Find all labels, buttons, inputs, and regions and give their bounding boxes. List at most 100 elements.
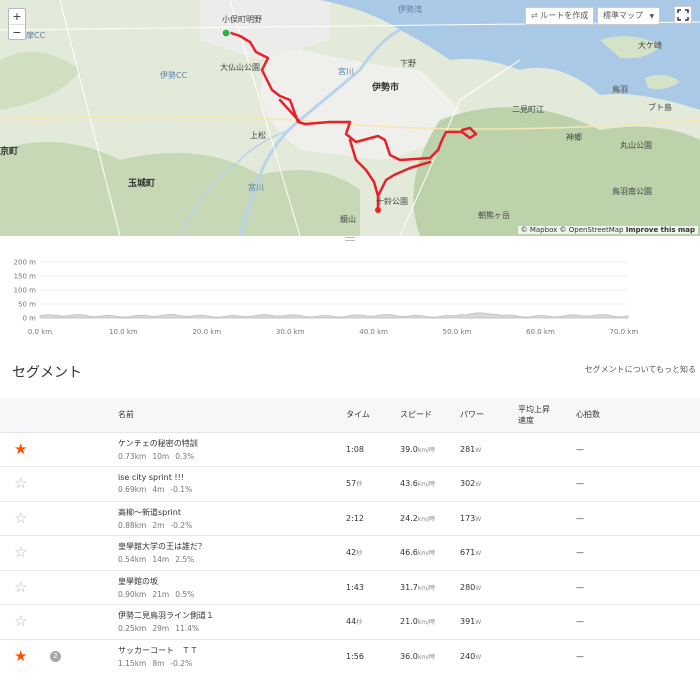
segment-row[interactable]: ☆ ise city sprint !!! 0.69km 4m -0.1% 57秒 43.6… <box>0 466 700 502</box>
name-cell: サッカーコート ＴＴ 1.15km 8m -0.2% <box>118 639 346 674</box>
segment-hr: — <box>576 652 584 661</box>
medal-cell: 2 <box>34 639 118 674</box>
segment-power: 280 <box>460 582 476 592</box>
elevation-x-tick: 30.0 km <box>276 328 305 336</box>
segment-name-link[interactable]: サッカーコート ＴＴ <box>118 645 346 656</box>
elevation-x-ticks: 0.0 km 10.0 km 20.0 km 30.0 km 40.0 km 50.0 k… <box>28 328 638 336</box>
segment-speed: 39.0 <box>400 444 418 454</box>
segment-power: 173 <box>460 513 476 523</box>
fullscreen-button[interactable] <box>674 6 692 24</box>
segment-speed-unit: km/時 <box>417 619 436 627</box>
segment-speed-unit: km/時 <box>417 446 436 454</box>
create-route-button[interactable]: ⇄ ルートを作成 <box>525 7 595 25</box>
segment-elevation: 14m <box>152 555 170 565</box>
medal-cell <box>34 432 118 467</box>
segment-time: 2:12 <box>346 513 364 523</box>
map-style-select[interactable]: 標準マップ ▼ <box>597 7 661 25</box>
elevation-x-tick: 20.0 km <box>192 328 221 336</box>
header-time[interactable]: タイム <box>346 398 400 432</box>
segment-distance: 1.15km <box>118 659 147 668</box>
segment-grade: -0.2% <box>170 659 193 668</box>
header-hr[interactable]: 心拍数 <box>576 398 700 432</box>
header-speed[interactable]: スピード <box>400 398 460 432</box>
header-vam[interactable]: 平均上昇 速度 <box>518 398 576 432</box>
segment-hr: — <box>576 513 584 523</box>
route-map[interactable]: 伊勢湾 伊勢市 玉城町 志摩CC 伊勢CC 大仏山公園 小俣町明野 宮川 宮川 … <box>0 0 700 236</box>
zoom-out-button[interactable]: − <box>9 24 25 39</box>
segment-meta: 0.73km 10m 0.3% <box>118 452 346 461</box>
segment-name-link[interactable]: 伊勢二見鳥羽ライン側道１ <box>118 610 346 621</box>
segment-hr: — <box>576 479 584 489</box>
star-filled-icon[interactable]: ★ <box>14 647 27 665</box>
elevation-x-tick: 50.0 km <box>443 328 472 336</box>
header-power[interactable]: パワー <box>460 398 518 432</box>
segment-row[interactable]: ☆ 皇學館大学の王は誰だ？ 0.54km 14m 2.5% 42秒 46.6km/時 671W… <box>0 535 700 571</box>
segment-name-link[interactable]: 皇學館の坂 <box>118 576 346 587</box>
elevation-profile-area <box>39 312 629 319</box>
zoom-in-button[interactable]: + <box>9 9 25 24</box>
segment-time-unit: 秒 <box>356 550 363 558</box>
map-label-shimonoen: 下野 <box>400 59 416 68</box>
segment-distance: 0.88km <box>118 520 147 530</box>
segment-speed: 46.6 <box>400 548 418 558</box>
medal-cell <box>34 605 118 640</box>
power-cell: 671W <box>460 536 518 571</box>
resize-handle[interactable] <box>345 237 355 241</box>
star-cell: ☆ <box>0 570 34 605</box>
star-filled-icon[interactable]: ★ <box>14 440 27 458</box>
elevation-y-tick: 0 m <box>23 315 37 323</box>
star-outline-icon[interactable]: ☆ <box>14 612 27 630</box>
segment-name-link[interactable]: 高柳～新道sprint <box>118 507 346 518</box>
segment-elevation: 21m <box>152 589 170 599</box>
star-outline-icon[interactable]: ☆ <box>14 474 27 492</box>
segment-speed-unit: km/時 <box>417 481 436 489</box>
attribution-osm-link[interactable]: © OpenStreetMap <box>560 226 624 234</box>
segment-time: 1:08 <box>346 444 364 454</box>
segment-grade: 0.5% <box>175 589 195 599</box>
segment-time-unit: 秒 <box>356 481 363 489</box>
elevation-chart[interactable]: 200 m 150 m 100 m 50 m 0 m 0.0 km 10.0 km 20.0… <box>0 248 700 342</box>
segment-time: 1:43 <box>346 582 364 592</box>
segment-row[interactable]: ★ 2 サッカーコート ＴＴ 1.15km 8m -0.2% 1:56 36.0km/時 240… <box>0 639 700 674</box>
star-cell: ☆ <box>0 467 34 502</box>
map-style-label: 標準マップ <box>603 11 643 20</box>
segment-row[interactable]: ★ ケンチェの秘密の特訓 0.73km 10m 0.3% 1:08 39.0km/時 281W… <box>0 432 700 467</box>
segment-row[interactable]: ☆ 高柳～新道sprint 0.88km 2m -0.2% 2:12 24.2km/時 173… <box>0 501 700 536</box>
elevation-y-ticks: 200 m 150 m 100 m 50 m 0 m <box>14 259 37 323</box>
star-outline-icon[interactable]: ☆ <box>14 509 27 527</box>
segment-name-link[interactable]: ケンチェの秘密の特訓 <box>118 438 346 449</box>
segment-row[interactable]: ☆ 伊勢二見鳥羽ライン側道１ 0.25km 29m 11.4% 44秒 21.0km/時 39… <box>0 604 700 640</box>
attribution-mapbox-link[interactable]: © Mapbox <box>521 226 558 234</box>
hr-cell: — <box>576 605 700 640</box>
map-canvas[interactable] <box>0 0 700 236</box>
vam-cell <box>518 536 576 571</box>
segment-speed: 21.0 <box>400 617 418 627</box>
segment-row[interactable]: ☆ 皇學館の坂 0.90km 21m 0.5% 1:43 31.7km/時 280W — <box>0 570 700 605</box>
star-outline-icon[interactable]: ☆ <box>14 543 27 561</box>
hr-cell: — <box>576 570 700 605</box>
speed-cell: 21.0km/時 <box>400 605 460 640</box>
segment-power-unit: W <box>475 550 482 558</box>
segment-power-unit: W <box>475 515 482 523</box>
zoom-control: + − <box>8 8 26 40</box>
elevation-grid <box>40 261 628 319</box>
medal-cell <box>34 536 118 571</box>
segment-power-unit: W <box>475 654 482 661</box>
segment-time: 1:56 <box>346 652 364 661</box>
power-cell: 240W <box>460 639 518 674</box>
segments-header-row: 名前 タイム スピード パワー 平均上昇 速度 心拍数 <box>0 398 700 432</box>
power-cell: 281W <box>460 432 518 467</box>
speed-cell: 36.0km/時 <box>400 639 460 674</box>
attribution-improve-link[interactable]: Improve this map <box>626 226 695 234</box>
segment-name-link[interactable]: 皇學館大学の王は誰だ？ <box>118 541 346 552</box>
segment-distance: 0.90km <box>118 589 147 599</box>
header-name[interactable]: 名前 <box>118 398 346 432</box>
star-outline-icon[interactable]: ☆ <box>14 578 27 596</box>
map-label-ise-city: 伊勢市 <box>372 83 400 93</box>
segment-grade: 11.4% <box>175 624 200 634</box>
segment-name-link[interactable]: ise city sprint !!! <box>118 473 346 482</box>
segments-more-link[interactable]: セグメントについてもっと知る <box>585 364 696 375</box>
speed-cell: 31.7km/時 <box>400 570 460 605</box>
vam-cell <box>518 501 576 536</box>
vam-cell <box>518 605 576 640</box>
